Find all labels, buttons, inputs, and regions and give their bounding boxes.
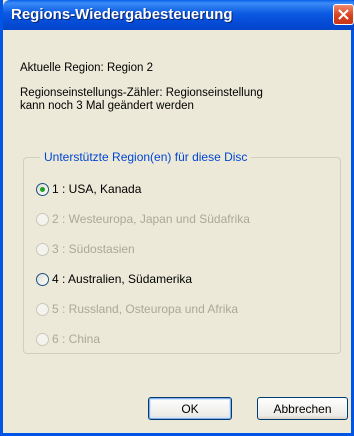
region-option-4[interactable]: 4 : Australien, Südamerika: [36, 271, 192, 287]
current-region-text: Aktuelle Region: Region 2: [20, 62, 153, 74]
region-option-label: 1 : USA, Kanada: [52, 182, 142, 196]
close-button[interactable]: [333, 4, 354, 25]
title-bar[interactable]: Regions-Wiedergabesteuerung: [3, 0, 354, 30]
window-title: Regions-Wiedergabesteuerung: [11, 6, 233, 23]
radio-button-checked[interactable]: [36, 182, 49, 196]
radio-button-disabled: [36, 242, 49, 256]
region-option-label: 3 : Südostasien: [52, 242, 135, 256]
region-counter-line2: kann noch 3 Mal geändert werden: [20, 100, 194, 112]
region-option-2: 2 : Westeuropa, Japan und Südafrika: [36, 211, 250, 227]
region-option-5: 5 : Russland, Osteuropa und Afrika: [36, 301, 238, 317]
dialog-window: Regions-Wiedergabesteuerung Aktuelle Reg…: [0, 0, 354, 436]
region-option-label: 6 : China: [52, 332, 101, 346]
region-option-label: 4 : Australien, Südamerika: [52, 272, 193, 286]
radio-button-disabled: [36, 212, 49, 226]
region-option-6: 6 : China: [36, 331, 100, 347]
radio-button-disabled: [36, 332, 49, 346]
radio-button[interactable]: [36, 272, 49, 286]
region-option-3: 3 : Südostasien: [36, 241, 135, 257]
cancel-button[interactable]: Abbrechen: [257, 397, 348, 420]
radio-button-disabled: [36, 302, 49, 316]
groupbox-title: Unterstützte Region(en) für diese Disc: [40, 150, 252, 164]
ok-button[interactable]: OK: [148, 397, 232, 420]
region-option-1[interactable]: 1 : USA, Kanada: [36, 181, 141, 197]
region-option-label: 5 : Russland, Osteuropa und Afrika: [52, 302, 239, 316]
region-option-label: 2 : Westeuropa, Japan und Südafrika: [52, 212, 250, 226]
close-icon: [338, 9, 349, 20]
region-counter-line1: Regionseinstellungs-Zähler: Regionseinst…: [20, 87, 263, 99]
